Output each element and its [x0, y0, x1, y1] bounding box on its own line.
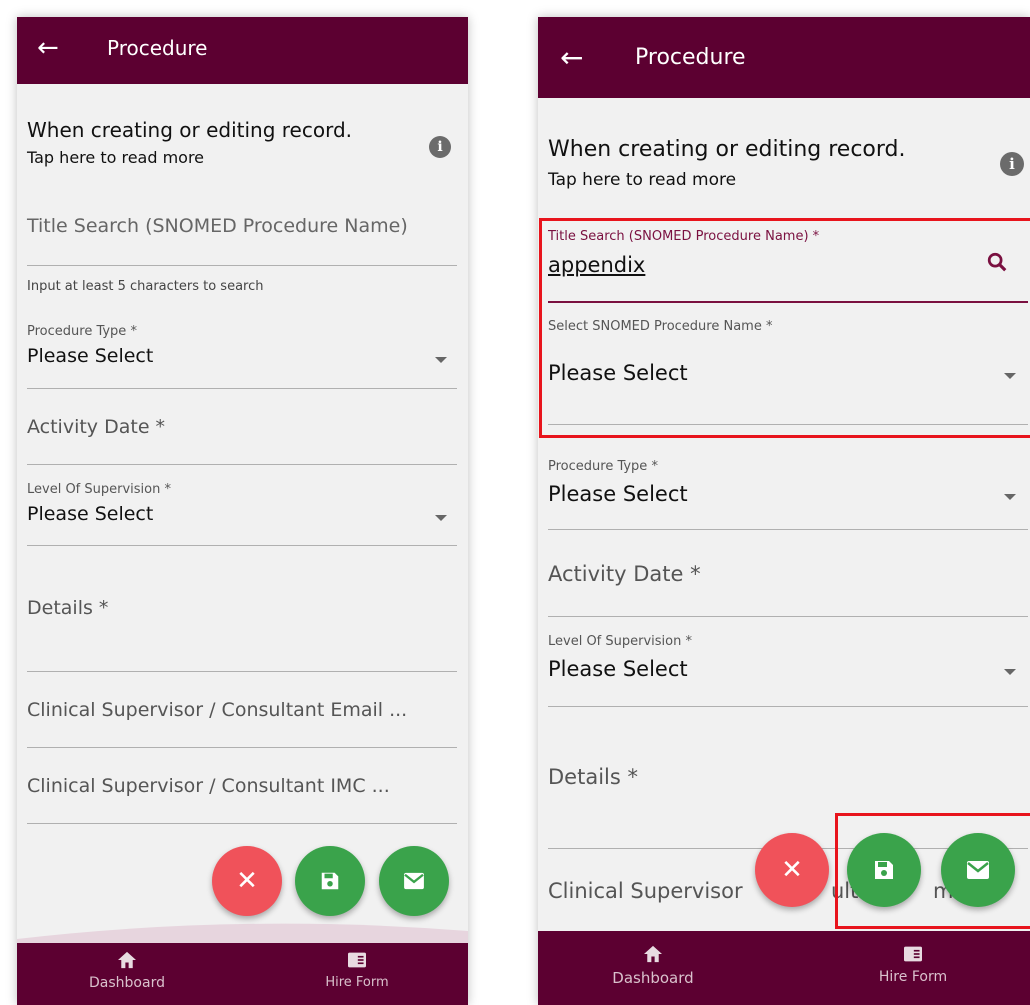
activity-date-label: Activity Date * [548, 562, 701, 586]
chevron-down-icon [435, 357, 447, 363]
title-search-placeholder: Title Search (SNOMED Procedure Name) [27, 215, 408, 237]
activity-date-input[interactable]: Activity Date * [27, 402, 457, 465]
form-icon [348, 952, 366, 968]
info-heading: When creating or editing record. [27, 118, 352, 142]
supervision-select[interactable]: Level Of Supervision * Please Select [27, 476, 457, 546]
info-heading: When creating or editing record. [548, 137, 906, 162]
supervisor-imc-input[interactable]: Clinical Supervisor / Consultant IMC ... [27, 761, 457, 824]
procedure-type-label: Procedure Type * [27, 324, 137, 339]
supervisor-email-label: Clinical Supervisor / Consultant Email .… [27, 699, 408, 721]
supervision-value: Please Select [27, 503, 154, 525]
nav-hire-form[interactable]: Hire Form [863, 945, 963, 985]
email-button[interactable] [379, 846, 449, 916]
right-screen: ← Procedure When creating or editing rec… [538, 17, 1030, 1005]
info-subtext[interactable]: Tap here to read more [548, 170, 736, 190]
nav-dashboard-label: Dashboard [612, 969, 694, 987]
arrow-left-icon[interactable]: ← [560, 41, 583, 74]
nav-hire-form-label: Hire Form [878, 969, 948, 985]
nav-dashboard-label: Dashboard [89, 975, 165, 991]
supervision-label: Level Of Supervision * [548, 634, 692, 649]
bottom-nav: Dashboard Hire Form [538, 931, 1030, 1005]
save-icon [321, 872, 339, 890]
supervisor-partial-left: Clinical Supervisor [548, 879, 743, 903]
procedure-type-select[interactable]: Procedure Type * Please Select [548, 455, 1028, 530]
search-highlight-box [539, 218, 1030, 438]
details-label: Details * [548, 765, 638, 789]
info-icon[interactable]: i [429, 136, 451, 158]
info-subtext[interactable]: Tap here to read more [27, 148, 204, 167]
nav-hire-form-label: Hire Form [325, 975, 389, 990]
form-icon [904, 946, 922, 962]
mail-icon [404, 872, 424, 890]
page-title: Procedure [107, 36, 208, 60]
details-input[interactable]: Details * [27, 572, 457, 672]
close-icon: ✕ [236, 866, 258, 896]
cancel-button[interactable]: ✕ [212, 846, 282, 916]
decorative-wave [17, 923, 468, 943]
procedure-type-value: Please Select [27, 345, 154, 367]
actions-highlight-box [835, 813, 1030, 929]
activity-date-label: Activity Date * [27, 416, 166, 438]
app-bar: ← Procedure [538, 17, 1030, 98]
chevron-down-icon [1004, 494, 1016, 500]
supervisor-email-input[interactable]: Clinical Supervisor / Consultant Email .… [27, 685, 457, 748]
close-icon: ✕ [781, 855, 803, 885]
procedure-type-value: Please Select [548, 482, 688, 506]
activity-date-input[interactable]: Activity Date * [548, 544, 1028, 617]
chevron-down-icon [435, 515, 447, 521]
bottom-nav: Dashboard Hire Form [17, 943, 468, 1005]
nav-hire-form[interactable]: Hire Form [307, 951, 407, 990]
supervision-label: Level Of Supervision * [27, 482, 171, 497]
save-button[interactable] [295, 846, 365, 916]
procedure-type-label: Procedure Type * [548, 459, 658, 474]
arrow-left-icon[interactable]: ← [37, 33, 59, 63]
home-icon [644, 945, 662, 963]
info-icon[interactable]: i [1000, 152, 1024, 176]
supervision-select[interactable]: Level Of Supervision * Please Select [548, 632, 1028, 707]
nav-dashboard[interactable]: Dashboard [603, 945, 703, 987]
chevron-down-icon [1004, 669, 1016, 675]
app-bar: ← Procedure [17, 17, 468, 84]
title-search-input[interactable]: Title Search (SNOMED Procedure Name) [27, 199, 457, 266]
title-search-helper: Input at least 5 characters to search [27, 279, 264, 294]
page-title: Procedure [635, 45, 746, 70]
details-label: Details * [27, 597, 109, 619]
home-icon [118, 951, 136, 969]
nav-dashboard[interactable]: Dashboard [77, 951, 177, 991]
cancel-button[interactable]: ✕ [755, 833, 829, 907]
supervision-value: Please Select [548, 657, 688, 681]
procedure-type-select[interactable]: Procedure Type * Please Select [27, 318, 457, 389]
supervisor-imc-label: Clinical Supervisor / Consultant IMC ... [27, 775, 390, 797]
left-screen: ← Procedure When creating or editing rec… [17, 17, 468, 1005]
